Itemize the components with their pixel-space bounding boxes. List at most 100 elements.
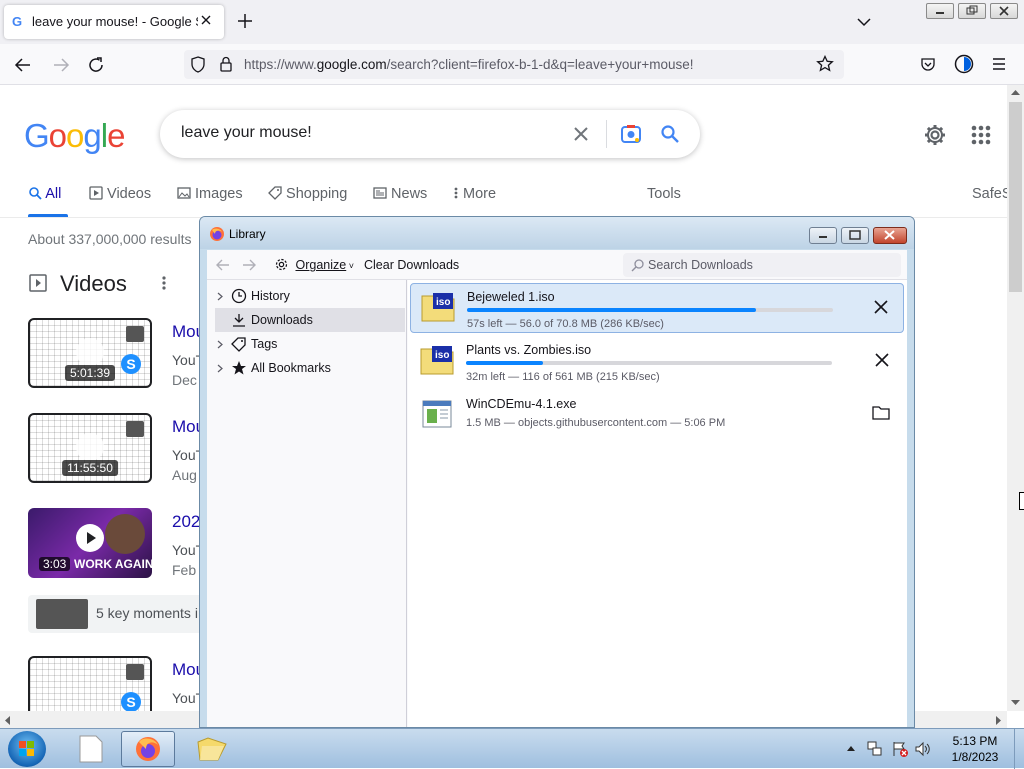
system-clock[interactable]: 5:13 PM 1/8/2023: [940, 733, 1010, 765]
google-logo[interactable]: Google: [24, 117, 125, 155]
result-stats: About 337,000,000 results: [28, 231, 192, 247]
clear-downloads-button[interactable]: Clear Downloads: [364, 258, 459, 272]
taskbar-explorer-icon[interactable]: [188, 732, 240, 766]
download-filename: Plants vs. Zombies.iso: [466, 343, 592, 357]
app-menu-icon[interactable]: [991, 57, 1007, 71]
library-maximize-button[interactable]: [841, 227, 869, 244]
close-tab-icon[interactable]: [198, 12, 214, 28]
download-item[interactable]: iso Plants vs. Zombies.iso 32m left — 11…: [410, 337, 904, 387]
logo-letter: g: [83, 117, 101, 154]
show-desktop-button[interactable]: [1014, 729, 1024, 769]
video-duration: 5:01:39: [64, 365, 116, 381]
sidebar-label: History: [251, 289, 290, 303]
skype-icon: S: [121, 354, 141, 374]
volume-icon[interactable]: [914, 740, 932, 758]
sidebar-item-tags[interactable]: Tags: [215, 332, 405, 356]
tracking-protection-shield-icon[interactable]: [190, 56, 206, 73]
download-status: 57s left — 56.0 of 70.8 MB (286 KB/sec): [467, 318, 664, 330]
expand-icon: [126, 421, 144, 437]
library-titlebar[interactable]: Library: [200, 217, 914, 249]
taskbar-file-icon[interactable]: [64, 732, 116, 766]
settings-gear-icon[interactable]: [923, 123, 947, 147]
tab-all[interactable]: All: [28, 186, 61, 202]
scroll-right-icon[interactable]: [994, 715, 1003, 726]
scroll-down-icon[interactable]: [1010, 698, 1021, 707]
more-vertical-icon: [454, 187, 458, 199]
logo-letter: o: [48, 117, 67, 154]
reload-icon[interactable]: [87, 56, 105, 74]
video-title[interactable]: 202: [172, 512, 200, 532]
organize-button[interactable]: Organize ˅: [274, 257, 354, 272]
exe-file-icon: [422, 400, 452, 428]
scroll-up-icon[interactable]: [1010, 88, 1021, 97]
logo-letter: G: [24, 117, 50, 154]
minimize-button[interactable]: [926, 3, 954, 19]
close-window-button[interactable]: [990, 3, 1018, 19]
sidebar-item-downloads[interactable]: Downloads: [215, 308, 405, 332]
download-item[interactable]: iso Bejeweled 1.iso 57s left — 56.0 of 7…: [410, 283, 904, 333]
google-lens-icon[interactable]: [620, 123, 642, 145]
tab-shopping[interactable]: Shopping: [268, 186, 347, 202]
start-button[interactable]: [8, 731, 46, 767]
tab-videos[interactable]: Videos: [89, 186, 151, 202]
url-bar[interactable]: https://www.google.com/search?client=fir…: [184, 50, 844, 79]
search-downloads-input[interactable]: Search Downloads: [623, 253, 901, 277]
tab-more[interactable]: More: [453, 186, 496, 202]
video-duration: 11:55:50: [62, 460, 118, 476]
lock-icon[interactable]: [219, 56, 233, 73]
active-tab-indicator: [28, 214, 68, 217]
clock-date: 1/8/2023: [951, 750, 999, 764]
logo-letter: e: [107, 117, 125, 154]
new-tab-icon[interactable]: [236, 12, 254, 30]
search-icon[interactable]: [660, 124, 680, 144]
image-icon: [177, 187, 191, 199]
cancel-download-icon[interactable]: [874, 352, 890, 368]
restore-button[interactable]: [958, 3, 986, 19]
tab-images[interactable]: Images: [177, 186, 243, 202]
account-icon[interactable]: [954, 54, 974, 74]
skype-icon: S: [121, 692, 141, 712]
show-hidden-icons-icon[interactable]: [846, 744, 856, 752]
bookmark-star-icon[interactable]: [816, 55, 834, 73]
key-moment-thumbnail: [36, 599, 88, 629]
download-progress-bar: [466, 361, 832, 365]
tab-news[interactable]: News: [373, 186, 427, 202]
sidebar-item-all-bookmarks[interactable]: All Bookmarks: [215, 356, 405, 380]
browser-tab[interactable]: G leave your mouse! - Google Sea: [4, 5, 224, 39]
google-favicon-icon: G: [12, 14, 23, 29]
scroll-thumb[interactable]: [1009, 102, 1022, 292]
safesearch-link[interactable]: SafeS: [972, 186, 1012, 202]
iso-file-icon: iso: [420, 346, 454, 375]
cancel-download-icon[interactable]: [873, 299, 889, 315]
pocket-icon[interactable]: [920, 56, 936, 72]
key-moments-chip[interactable]: 5 key moments i: [28, 595, 208, 633]
apps-grid-icon[interactable]: [971, 125, 991, 145]
url-text: https://www.google.com/search?client=fir…: [244, 57, 694, 72]
taskbar-firefox-button[interactable]: [121, 731, 175, 767]
open-folder-icon[interactable]: [872, 405, 890, 421]
video-thumbnail[interactable]: S 5:01:39: [28, 318, 152, 388]
video-thumbnail[interactable]: 11:55:50: [28, 413, 152, 483]
search-box[interactable]: leave your mouse!: [160, 110, 700, 158]
action-center-flag-icon[interactable]: [891, 740, 909, 758]
expand-icon: [126, 664, 144, 680]
search-input[interactable]: leave your mouse!: [181, 124, 312, 142]
library-close-button[interactable]: [873, 227, 907, 244]
download-item[interactable]: WinCDEmu-4.1.exe 1.5 MB — objects.github…: [410, 391, 904, 441]
search-icon: [29, 187, 42, 200]
library-forward-icon[interactable]: [241, 257, 257, 273]
clear-search-icon[interactable]: [572, 125, 590, 143]
network-icon[interactable]: [866, 740, 884, 758]
list-all-tabs-icon[interactable]: [856, 15, 872, 29]
sidebar-item-history[interactable]: History: [215, 284, 405, 308]
forward-arrow-icon[interactable]: [52, 56, 70, 74]
library-back-icon[interactable]: [215, 257, 231, 273]
vertical-scrollbar[interactable]: [1007, 85, 1024, 711]
scroll-left-icon[interactable]: [3, 715, 12, 726]
more-options-icon[interactable]: [161, 275, 167, 291]
library-minimize-button[interactable]: [809, 227, 837, 244]
back-arrow-icon[interactable]: [14, 56, 32, 74]
video-thumbnail[interactable]: WORK AGAIN 3:03: [28, 508, 152, 578]
navigation-toolbar: https://www.google.com/search?client=fir…: [0, 44, 1024, 85]
tools-button[interactable]: Tools: [647, 186, 681, 202]
